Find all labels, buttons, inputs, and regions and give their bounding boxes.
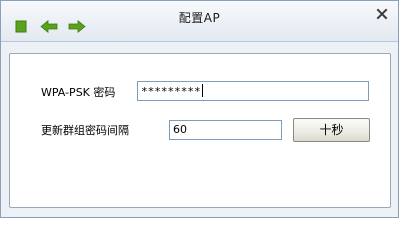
stop-icon[interactable]: [15, 20, 27, 33]
forward-arrow-icon[interactable]: [68, 20, 86, 33]
psk-label: WPA-PSK 密码: [41, 86, 116, 99]
window-title: 配置AP: [178, 11, 221, 25]
group-key-interval-field[interactable]: 60: [169, 120, 282, 140]
config-ap-dialog: 配置AP WPA-PSK 密码 ********* 更新群组密码间隔 60 十秒: [0, 0, 399, 218]
text-caret: [201, 84, 203, 97]
group-key-interval-label: 更新群组密码间隔: [41, 124, 129, 137]
psk-password-field[interactable]: *********: [137, 81, 369, 101]
settings-panel: WPA-PSK 密码 ********* 更新群组密码间隔 60 十秒: [9, 53, 391, 208]
interval-unit-button[interactable]: 十秒: [293, 118, 370, 142]
back-arrow-icon[interactable]: [40, 20, 58, 33]
close-icon[interactable]: [376, 8, 388, 20]
psk-password-value: *********: [141, 85, 201, 98]
title-bar[interactable]: 配置AP: [1, 1, 398, 42]
